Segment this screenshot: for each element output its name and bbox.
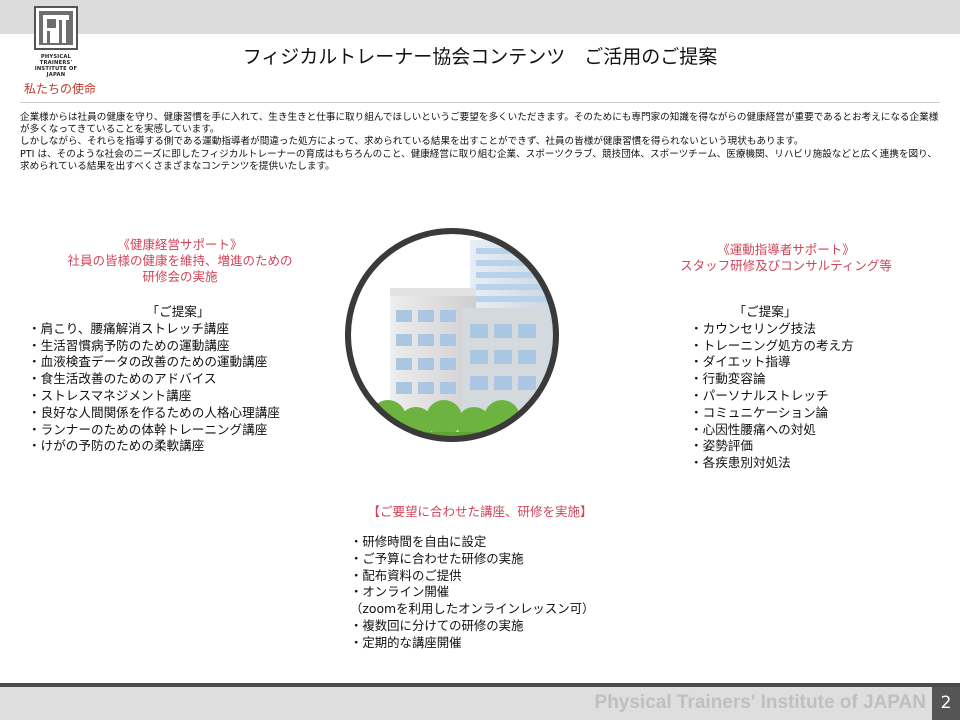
list-item: コミュニケーション論	[690, 405, 890, 422]
center-list: 研修時間を自由に設定 ご予算に合わせた研修の実施 配布資料のご提供 オンライン開…	[350, 534, 650, 652]
right-heading: 《運動指導者サポート》 スタッフ研修及びコンサルティング等	[652, 242, 920, 274]
list-item: 姿勢評価	[690, 438, 890, 455]
list-item: 各疾患別対処法	[690, 455, 890, 472]
list-item: オンライン開催	[350, 584, 650, 601]
right-proposal-label: 「ご提案」	[733, 304, 797, 319]
center-heading: 【ご要望に合わせた講座、研修を実施】	[367, 504, 593, 519]
list-item: 心因性腰痛への対処	[690, 422, 890, 439]
right-heading-line1: 《運動指導者サポート》	[717, 242, 855, 257]
list-item: 生活習慣病予防のための運動講座	[28, 338, 328, 355]
list-item: 配布資料のご提供	[350, 568, 650, 585]
left-heading-line1: 《健康経営サポート》	[117, 237, 243, 252]
page-number: 2	[932, 687, 960, 720]
list-item: ダイエット指導	[690, 354, 890, 371]
right-proposal-list: 「ご提案」 カウンセリング技法 トレーニング処方の考え方 ダイエット指導 行動変…	[690, 304, 890, 472]
intro-text: 企業様からは社員の健康を守り、健康習慣を手に入れて、生き生きと仕事に取り組んでほ…	[20, 112, 942, 173]
page-title: フィジカルトレーナー協会コンテンツ ご活用のご提案	[242, 46, 718, 68]
left-proposal-list: 「ご提案」 肩こり、腰痛解消ストレッチ講座 生活習慣病予防のための運動講座 血液…	[28, 304, 328, 455]
divider	[20, 102, 940, 103]
office-buildings-icon	[345, 228, 559, 442]
list-item: 行動変容論	[690, 371, 890, 388]
logo: PHYSICAL TRAINERS' INSTITUTE OF JAPAN	[26, 6, 96, 78]
footer-brand: Physical Trainers' Institute of JAPAN	[594, 692, 926, 713]
left-proposal-label: 「ご提案」	[146, 304, 210, 319]
footer: Physical Trainers' Institute of JAPAN 2	[0, 687, 960, 720]
intro-paragraph-1: 企業様からは社員の健康を守り、健康習慣を手に入れて、生き生きと仕事に取り組んでほ…	[20, 112, 939, 136]
left-heading-line3: 研修会の実施	[142, 269, 218, 284]
list-item: 複数回に分けての研修の実施	[350, 618, 650, 635]
logo-text-line1: PHYSICAL TRAINERS'	[39, 54, 73, 66]
top-band	[0, 0, 960, 34]
right-heading-line2: スタッフ研修及びコンサルティング等	[680, 258, 892, 273]
list-item: 良好な人間関係を作るための人格心理講座	[28, 405, 328, 422]
list-item: パーソナルストレッチ	[690, 388, 890, 405]
list-item: 血液検査データの改善のための運動講座	[28, 354, 328, 371]
list-item: ストレスマネジメント講座	[28, 388, 328, 405]
section-label: 私たちの使命	[24, 82, 97, 96]
logo-text-line2: INSTITUTE OF JAPAN	[34, 66, 78, 78]
intro-paragraph-3: PTI は、そのような社会のニーズに即したフィジカルトレーナーの育成はもちろんの…	[20, 148, 937, 172]
intro-paragraph-2: しかしながら、それらを指導する側である運動指導者が間違った処方によって、求められ…	[20, 136, 804, 148]
left-heading: 《健康経営サポート》 社員の皆様の健康を維持、増進のための 研修会の実施	[40, 237, 320, 285]
list-item: トレーニング処方の考え方	[690, 338, 890, 355]
left-heading-line2: 社員の皆様の健康を維持、増進のための	[67, 253, 293, 268]
pti-logo-icon	[34, 6, 78, 50]
list-item: けがの予防のための柔軟講座	[28, 438, 328, 455]
list-item: ランナーのための体幹トレーニング講座	[28, 422, 328, 439]
list-item: 定期的な講座開催	[350, 635, 650, 652]
list-item: 食生活改善のためのアドバイス	[28, 371, 328, 388]
list-item: ご予算に合わせた研修の実施	[350, 551, 650, 568]
list-item: 研修時間を自由に設定	[350, 534, 650, 551]
list-item: 肩こり、腰痛解消ストレッチ講座	[28, 321, 328, 338]
list-item: カウンセリング技法	[690, 321, 890, 338]
list-note: （zoomを利用したオンラインレッスン可）	[350, 601, 595, 617]
